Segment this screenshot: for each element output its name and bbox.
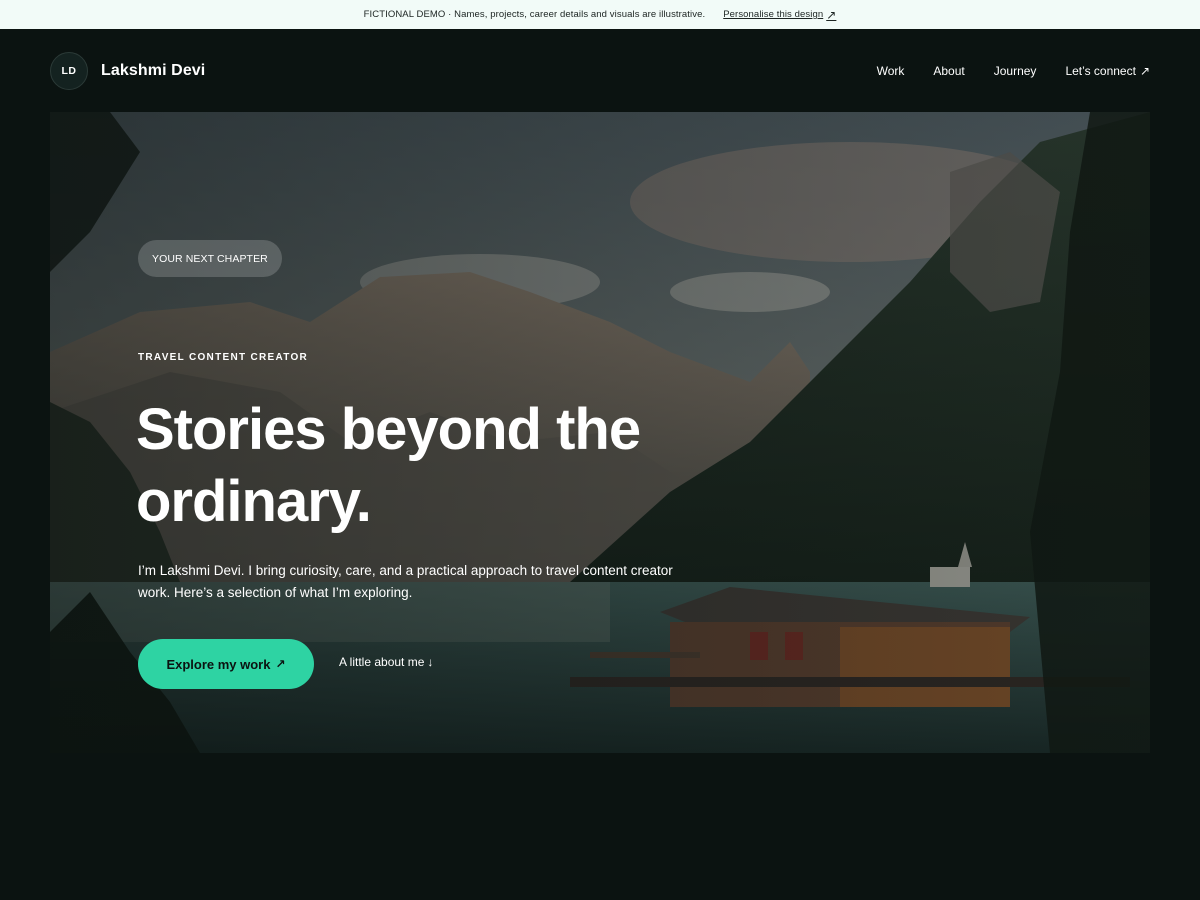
nav-item-work[interactable]: Work — [877, 64, 905, 78]
hero-headline: Stories beyond the ordinary. — [136, 397, 641, 534]
nav-item-journey[interactable]: Journey — [994, 64, 1037, 78]
nav-item-connect[interactable]: Let’s connect ↗ — [1065, 64, 1150, 78]
role-eyebrow: TRAVEL CONTENT CREATOR — [138, 352, 309, 363]
arrow-down-icon: ↓ — [427, 655, 434, 669]
personalise-link-label: Personalise this design — [723, 9, 824, 20]
hero-section: YOUR NEXT CHAPTER TRAVEL CONTENT CREATOR… — [50, 112, 1150, 753]
demo-notice: FICTIONAL DEMO · Names, projects, career… — [363, 9, 706, 20]
arrow-up-right-icon: ↗ — [1139, 63, 1150, 78]
avatar: LD — [50, 51, 88, 90]
about-me-label: A little about me — [339, 655, 425, 669]
nav-item-connect-label: Let’s connect — [1065, 63, 1136, 78]
about-me-link[interactable]: A little about me ↓ — [339, 655, 433, 669]
arrow-up-right-icon: ↗ — [275, 657, 286, 671]
explore-work-button[interactable]: Explore my work ↗ — [138, 639, 314, 689]
nav-item-about[interactable]: About — [933, 64, 964, 78]
brand-home-link[interactable]: LD Lakshmi Devi — [50, 51, 206, 90]
main-nav: Work About Journey Let’s connect ↗ — [877, 64, 1150, 78]
hero-intro: I’m Lakshmi Devi. I bring curiosity, car… — [138, 563, 673, 600]
demo-banner: FICTIONAL DEMO · Names, projects, career… — [0, 0, 1200, 29]
personalise-link[interactable]: Personalise this design ↗ — [723, 8, 836, 22]
arrow-up-right-icon: ↗ — [826, 7, 837, 22]
chapter-badge: YOUR NEXT CHAPTER — [138, 240, 282, 277]
explore-work-label: Explore my work — [166, 656, 271, 672]
site-header: LD Lakshmi Devi Work About Journey Let’s… — [50, 29, 1150, 112]
brand-name: Lakshmi Devi — [101, 61, 206, 79]
